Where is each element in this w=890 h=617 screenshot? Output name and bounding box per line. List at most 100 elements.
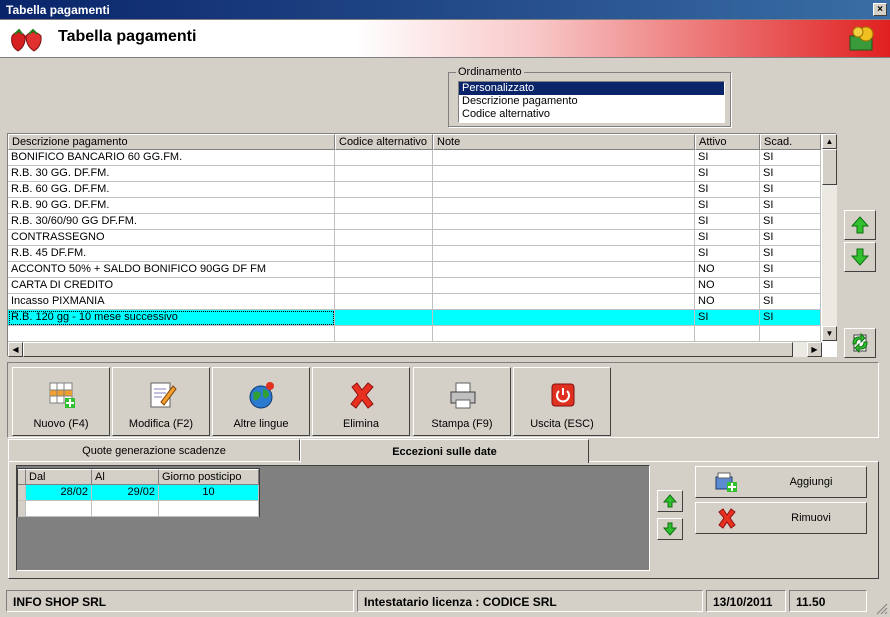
table-cell[interactable]	[335, 294, 433, 310]
table-cell[interactable]	[335, 230, 433, 246]
table-cell[interactable]: SI	[760, 198, 821, 214]
table-row[interactable]: CARTA DI CREDITO NO SI	[8, 278, 821, 294]
table-cell[interactable]: Incasso PIXMANIA	[8, 294, 335, 310]
hscroll-thumb[interactable]	[23, 342, 793, 357]
scroll-down-icon[interactable]: ▼	[822, 326, 837, 341]
table-row[interactable]: 28/02 29/02 10	[18, 485, 259, 501]
horizontal-scrollbar[interactable]: ◀ ▶	[8, 342, 822, 357]
table-cell[interactable]	[26, 501, 92, 517]
table-cell[interactable]: SI	[695, 230, 760, 246]
ordinamento-option[interactable]: Descrizione pagamento	[459, 95, 724, 108]
altre-lingue-button[interactable]: Altre lingue	[212, 367, 310, 436]
table-cell[interactable]: 10	[159, 485, 259, 501]
table-cell[interactable]: R.B. 30/60/90 GG DF.FM.	[8, 214, 335, 230]
table-cell[interactable]: SI	[760, 182, 821, 198]
table-row[interactable]: R.B. 120 gg - 10 mese successivo SI SI	[8, 310, 821, 326]
table-cell[interactable]: SI	[695, 246, 760, 262]
table-cell[interactable]	[8, 326, 335, 342]
table-row[interactable]: Incasso PIXMANIA NO SI	[8, 294, 821, 310]
table-cell[interactable]	[335, 166, 433, 182]
move-down-button[interactable]	[844, 242, 876, 272]
ordinamento-listbox[interactable]: Personalizzato Descrizione pagamento Cod…	[458, 81, 725, 123]
ordinamento-option[interactable]: Personalizzato	[459, 82, 724, 95]
table-cell[interactable]: SI	[760, 246, 821, 262]
table-cell[interactable]: SI	[760, 150, 821, 166]
table-row[interactable]: R.B. 90 GG. DF.FM. SI SI	[8, 198, 821, 214]
table-cell[interactable]	[159, 501, 259, 517]
scroll-left-icon[interactable]: ◀	[8, 342, 23, 357]
table-cell[interactable]: NO	[695, 294, 760, 310]
column-header[interactable]: Descrizione pagamento	[8, 134, 335, 150]
column-header[interactable]: Scad.	[760, 134, 821, 150]
scroll-thumb[interactable]	[822, 149, 837, 185]
table-cell[interactable]	[335, 150, 433, 166]
table-cell[interactable]	[433, 278, 695, 294]
column-header[interactable]: Giorno posticipo	[159, 469, 259, 485]
refresh-button[interactable]	[844, 328, 876, 358]
elimina-button[interactable]: Elimina	[312, 367, 410, 436]
table-cell[interactable]	[335, 278, 433, 294]
eccezioni-down-button[interactable]	[657, 518, 683, 540]
table-row[interactable]: R.B. 45 DF.FM. SI SI	[8, 246, 821, 262]
table-cell[interactable]: 29/02	[92, 485, 159, 501]
uscita-button[interactable]: Uscita (ESC)	[513, 367, 611, 436]
column-header[interactable]: Al	[92, 469, 159, 485]
table-cell[interactable]: BONIFICO BANCARIO 60 GG.FM.	[8, 150, 335, 166]
table-cell[interactable]	[92, 501, 159, 517]
table-cell[interactable]: 28/02	[26, 485, 92, 501]
table-cell[interactable]	[335, 246, 433, 262]
column-header[interactable]: Codice alternativo	[335, 134, 433, 150]
eccezioni-grid[interactable]: Dal Al Giorno posticipo 28/02 29/02 10	[17, 468, 260, 517]
table-cell[interactable]: SI	[760, 294, 821, 310]
resize-grip-icon[interactable]	[876, 603, 888, 615]
table-row[interactable]	[8, 326, 821, 342]
aggiungi-button[interactable]: Aggiungi	[695, 466, 867, 498]
table-cell[interactable]: CARTA DI CREDITO	[8, 278, 335, 294]
table-cell[interactable]: R.B. 60 GG. DF.FM.	[8, 182, 335, 198]
table-cell[interactable]	[433, 262, 695, 278]
table-cell[interactable]: NO	[695, 278, 760, 294]
table-cell[interactable]: SI	[695, 166, 760, 182]
table-cell[interactable]: SI	[695, 310, 760, 326]
table-cell[interactable]: R.B. 90 GG. DF.FM.	[8, 198, 335, 214]
column-header[interactable]: Note	[433, 134, 695, 150]
table-cell[interactable]: R.B. 30 GG. DF.FM.	[8, 166, 335, 182]
table-cell[interactable]: SI	[760, 214, 821, 230]
scroll-up-icon[interactable]: ▲	[822, 134, 837, 149]
table-cell[interactable]	[433, 198, 695, 214]
stampa-button[interactable]: Stampa (F9)	[413, 367, 511, 436]
table-row[interactable]: R.B. 30/60/90 GG DF.FM. SI SI	[8, 214, 821, 230]
table-row[interactable]	[18, 501, 259, 517]
modifica-button[interactable]: Modifica (F2)	[112, 367, 210, 436]
table-cell[interactable]	[760, 326, 821, 342]
eccezioni-up-button[interactable]	[657, 490, 683, 512]
table-cell[interactable]	[433, 326, 695, 342]
table-row[interactable]: R.B. 60 GG. DF.FM. SI SI	[8, 182, 821, 198]
table-cell[interactable]: ACCONTO 50% + SALDO BONIFICO 90GG DF FM	[8, 262, 335, 278]
column-header[interactable]: Dal	[26, 469, 92, 485]
table-cell[interactable]: SI	[760, 166, 821, 182]
table-cell[interactable]	[433, 182, 695, 198]
column-header[interactable]: Attivo	[695, 134, 760, 150]
table-cell[interactable]: R.B. 120 gg - 10 mese successivo	[8, 310, 335, 326]
table-cell[interactable]	[433, 150, 695, 166]
table-cell[interactable]	[433, 310, 695, 326]
table-cell[interactable]	[433, 294, 695, 310]
table-cell[interactable]	[433, 166, 695, 182]
table-row[interactable]: R.B. 30 GG. DF.FM. SI SI	[8, 166, 821, 182]
table-cell[interactable]	[335, 326, 433, 342]
table-cell[interactable]	[433, 214, 695, 230]
table-cell[interactable]: NO	[695, 262, 760, 278]
table-cell[interactable]	[335, 310, 433, 326]
table-cell[interactable]: SI	[760, 278, 821, 294]
table-row[interactable]: BONIFICO BANCARIO 60 GG.FM. SI SI	[8, 150, 821, 166]
table-cell[interactable]: CONTRASSEGNO	[8, 230, 335, 246]
table-cell[interactable]: SI	[695, 150, 760, 166]
table-cell[interactable]	[335, 198, 433, 214]
payments-grid[interactable]: Descrizione pagamento Codice alternativo…	[7, 133, 837, 357]
nuovo-button[interactable]: Nuovo (F4)	[12, 367, 110, 436]
table-cell[interactable]	[433, 230, 695, 246]
table-cell[interactable]: SI	[695, 182, 760, 198]
table-cell[interactable]	[335, 214, 433, 230]
rimuovi-button[interactable]: Rimuovi	[695, 502, 867, 534]
